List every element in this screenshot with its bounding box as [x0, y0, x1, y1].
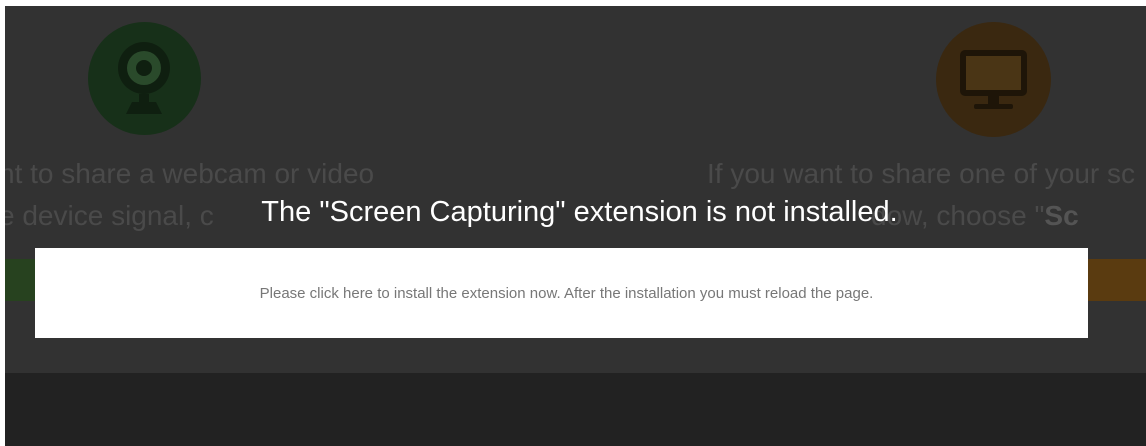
modal-title-text: The "Screen Capturing" extension is not … [261, 196, 898, 228]
page-overlay: nt to share a webcam or video e device s… [5, 6, 1146, 446]
monitor-icon [960, 50, 1027, 109]
page-footer-area [5, 373, 1146, 446]
webcam-option-circle [88, 22, 201, 135]
install-extension-message: Please click here to install the extensi… [259, 284, 874, 302]
screen-description-line1: If you want to share one of your sc [707, 158, 1136, 189]
webcam-description-line1: nt to share a webcam or video [5, 158, 375, 189]
modal-title: The "Screen Capturing" extension is not … [5, 196, 1146, 229]
install-extension-link[interactable]: Please click here to install the extensi… [35, 248, 1088, 338]
screen-option-circle [936, 22, 1051, 137]
webcam-icon [118, 42, 170, 114]
source-selection-panel: nt to share a webcam or video e device s… [5, 6, 1146, 373]
